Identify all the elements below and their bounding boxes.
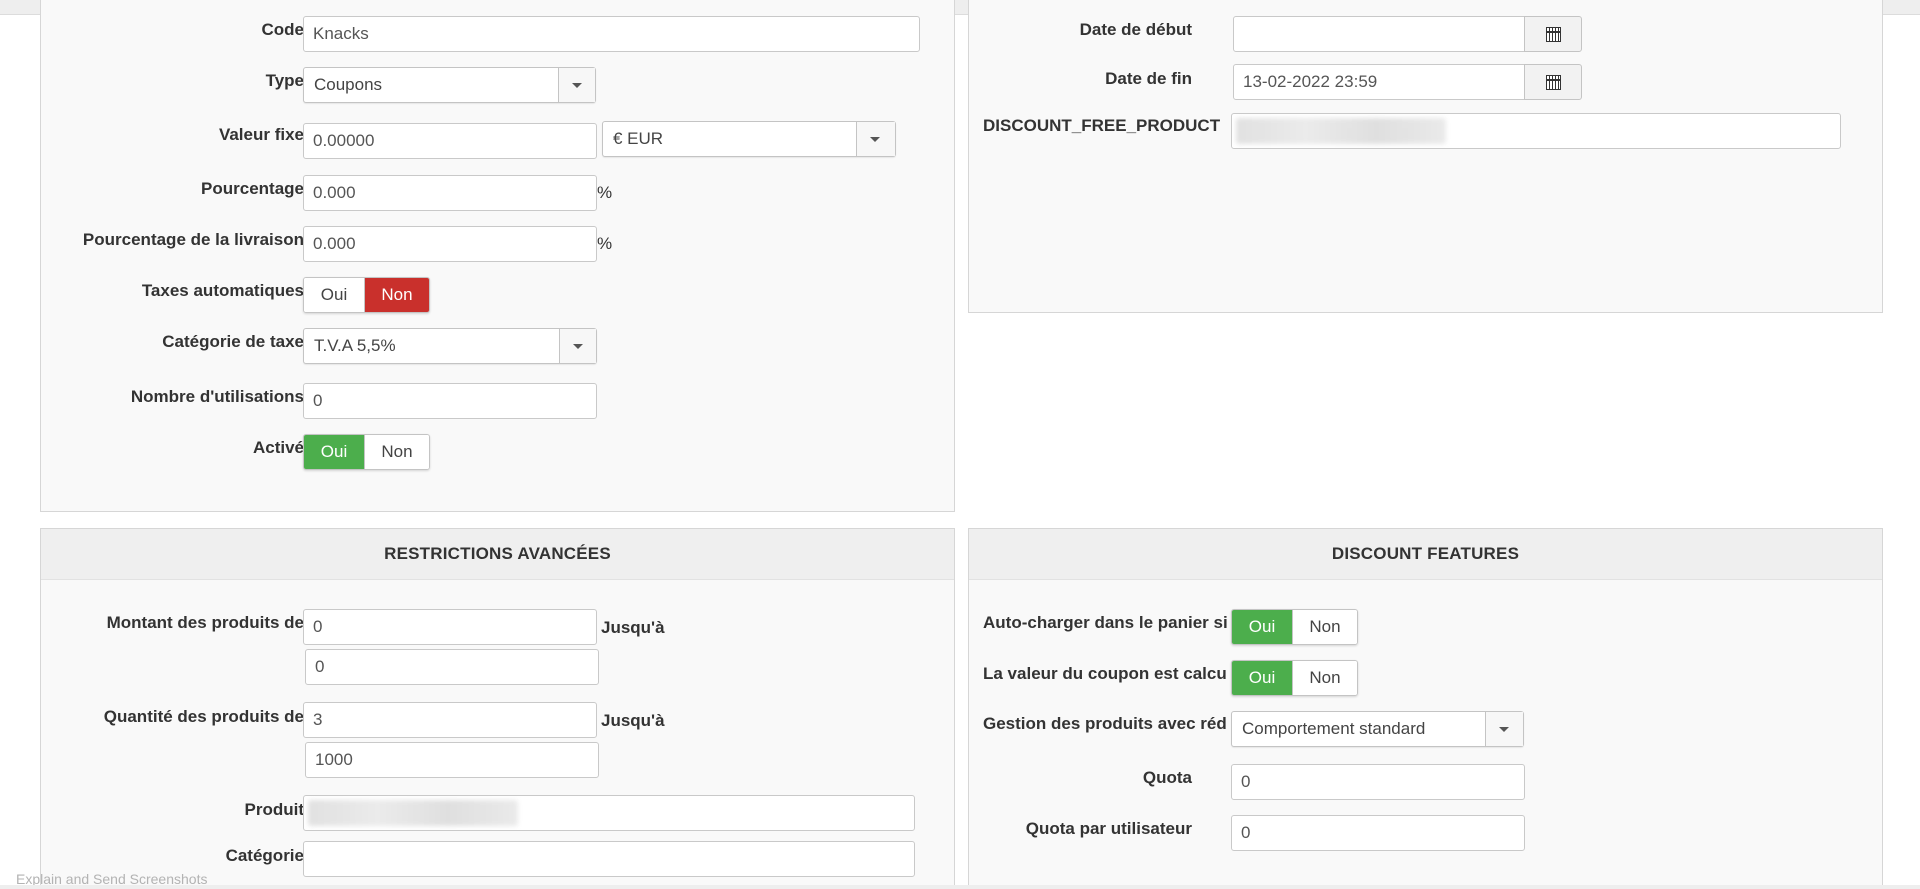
quantite-label: Quantité des produits de bbox=[103, 707, 304, 726]
calendar-icon bbox=[1545, 26, 1561, 42]
features-panel: DISCOUNT FEATURES Auto-charger dans le p… bbox=[968, 528, 1883, 889]
quota-input[interactable]: 0 bbox=[1231, 764, 1525, 800]
valeur-coupon-non[interactable]: Non bbox=[1292, 661, 1357, 695]
pourcentage-label: Pourcentage bbox=[201, 179, 304, 198]
active-label: Activé bbox=[252, 438, 304, 457]
date-fin-calendar-button[interactable] bbox=[1524, 64, 1582, 100]
quota-user-input[interactable]: 0 bbox=[1231, 815, 1525, 851]
auto-charger-toggle[interactable]: Oui Non bbox=[1231, 609, 1358, 645]
pourcentage-input[interactable]: 0.000 bbox=[303, 175, 597, 211]
chevron-down-icon bbox=[856, 122, 895, 156]
produit-label: Produit bbox=[244, 800, 305, 819]
date-debut-input[interactable] bbox=[1233, 16, 1551, 52]
currency-value: € EUR bbox=[613, 129, 664, 148]
produit-tag-redacted bbox=[308, 800, 518, 826]
categorie-taxe-label: Catégorie de taxe bbox=[162, 332, 304, 351]
montant-to-input[interactable]: 0 bbox=[305, 649, 599, 685]
date-fin-label: Date de fin bbox=[1105, 69, 1192, 88]
taxes-auto-toggle[interactable]: Oui Non bbox=[303, 277, 430, 313]
date-debut-label: Date de début bbox=[1079, 20, 1192, 39]
categorie-taxe-select[interactable]: T.V.A 5,5% bbox=[303, 328, 597, 364]
quantite-to-input[interactable]: 1000 bbox=[305, 742, 599, 778]
auto-charger-oui[interactable]: Oui bbox=[1232, 610, 1292, 644]
percent-unit: % bbox=[597, 183, 613, 202]
montant-label: Montant des produits de bbox=[106, 613, 304, 632]
categorie-input[interactable] bbox=[303, 841, 915, 877]
date-debut-calendar-button[interactable] bbox=[1524, 16, 1582, 52]
features-title: DISCOUNT FEATURES bbox=[969, 529, 1882, 580]
bottom-bar bbox=[0, 885, 1920, 889]
gestion-label: Gestion des produits avec réd bbox=[983, 714, 1227, 733]
chevron-down-icon bbox=[1485, 712, 1523, 746]
montant-from-input[interactable]: 0 bbox=[303, 609, 597, 645]
quantite-from-input[interactable]: 3 bbox=[303, 702, 597, 738]
free-product-input[interactable] bbox=[1231, 113, 1841, 149]
valeur-fixe-input[interactable]: 0.00000 bbox=[303, 123, 597, 159]
valeur-fixe-label: Valeur fixe bbox=[218, 125, 304, 144]
valeur-coupon-toggle[interactable]: Oui Non bbox=[1231, 660, 1358, 696]
produit-input[interactable] bbox=[303, 795, 915, 831]
quota-label: Quota bbox=[1142, 768, 1192, 787]
dates-panel: Date de début Date de fin 13-02-2022 23:… bbox=[968, 0, 1883, 313]
general-panel: Code Knacks Type Coupons Valeur fixe 0.0… bbox=[40, 0, 955, 512]
free-product-tag-redacted bbox=[1236, 118, 1446, 144]
gestion-value: Comportement standard bbox=[1242, 719, 1426, 738]
type-label: Type bbox=[265, 71, 304, 90]
active-oui[interactable]: Oui bbox=[304, 435, 364, 469]
taxes-auto-oui[interactable]: Oui bbox=[304, 278, 364, 312]
chevron-down-icon bbox=[559, 329, 596, 363]
nombre-utilisations-input[interactable]: 0 bbox=[303, 383, 597, 419]
restrictions-panel: RESTRICTIONS AVANCÉES Montant des produi… bbox=[40, 528, 955, 889]
percent-unit: % bbox=[597, 234, 613, 253]
active-non[interactable]: Non bbox=[364, 435, 429, 469]
pourcentage-livraison-input[interactable]: 0.000 bbox=[303, 226, 597, 262]
code-input[interactable]: Knacks bbox=[303, 16, 920, 52]
nombre-utilisations-label: Nombre d'utilisations bbox=[130, 387, 304, 406]
free-product-label: DISCOUNT_FREE_PRODUCT bbox=[983, 116, 1221, 135]
date-fin-input[interactable]: 13-02-2022 23:59 bbox=[1233, 64, 1551, 100]
categorie-taxe-value: T.V.A 5,5% bbox=[314, 336, 396, 355]
calendar-icon bbox=[1545, 74, 1561, 90]
valeur-coupon-oui[interactable]: Oui bbox=[1232, 661, 1292, 695]
montant-jusqua-label: Jusqu'à bbox=[601, 618, 665, 637]
active-toggle[interactable]: Oui Non bbox=[303, 434, 430, 470]
auto-charger-non[interactable]: Non bbox=[1292, 610, 1357, 644]
valeur-coupon-label: La valeur du coupon est calcu bbox=[983, 664, 1227, 683]
type-select[interactable]: Coupons bbox=[303, 67, 596, 103]
gestion-select[interactable]: Comportement standard bbox=[1231, 711, 1524, 747]
pourcentage-livraison-label: Pourcentage de la livraison bbox=[82, 230, 304, 249]
quantite-jusqua-label: Jusqu'à bbox=[601, 711, 665, 730]
chevron-down-icon bbox=[558, 68, 595, 102]
auto-charger-label: Auto-charger dans le panier si bbox=[983, 613, 1228, 632]
type-value: Coupons bbox=[314, 75, 383, 94]
code-label: Code bbox=[261, 20, 305, 39]
quota-user-label: Quota par utilisateur bbox=[1025, 819, 1192, 838]
categorie-label: Catégorie bbox=[225, 846, 304, 865]
taxes-auto-label: Taxes automatiques bbox=[141, 281, 304, 300]
currency-select[interactable]: € EUR bbox=[602, 121, 896, 157]
restrictions-title: RESTRICTIONS AVANCÉES bbox=[41, 529, 954, 580]
taxes-auto-non[interactable]: Non bbox=[364, 278, 429, 312]
